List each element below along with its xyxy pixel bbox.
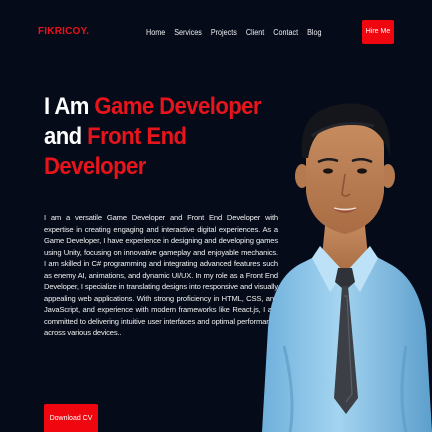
hero-title-line-1: I Am Game Developer <box>44 92 262 122</box>
hero-title-prefix: I Am <box>44 93 95 120</box>
download-cv-button[interactable]: Download CV <box>44 404 98 432</box>
main-nav: Home Services Projects Client Contact Bl… <box>146 28 321 37</box>
hire-me-button[interactable]: Hire Me <box>362 20 394 44</box>
nav-services-link[interactable]: Services <box>174 28 202 37</box>
nav-home-link[interactable]: Home <box>146 28 165 37</box>
hero-title-line-3: Developer <box>44 153 146 180</box>
hero-title-accent-frontend: Front End <box>87 123 187 150</box>
site-header: FIKRICOY. Home Services Projects Client … <box>0 0 432 66</box>
nav-projects-link[interactable]: Projects <box>211 28 237 37</box>
hero-title-line-2: and Front End <box>44 122 237 152</box>
hero-title: I Am Game Developer and Front End Develo… <box>44 92 262 182</box>
hero-title-joiner: and <box>44 123 88 150</box>
nav-blog-link[interactable]: Blog <box>307 28 321 37</box>
nav-client-link[interactable]: Client <box>246 28 264 37</box>
hero-bio: I am a versatile Game Developer and Fron… <box>44 213 278 337</box>
hero-title-accent-game: Game Developer <box>94 93 261 120</box>
developer-portrait-photo <box>262 103 432 432</box>
site-logo[interactable]: FIKRICOY. <box>38 26 89 37</box>
portfolio-page: FIKRICOY. Home Services Projects Client … <box>0 0 432 432</box>
nav-contact-link[interactable]: Contact <box>273 28 298 37</box>
